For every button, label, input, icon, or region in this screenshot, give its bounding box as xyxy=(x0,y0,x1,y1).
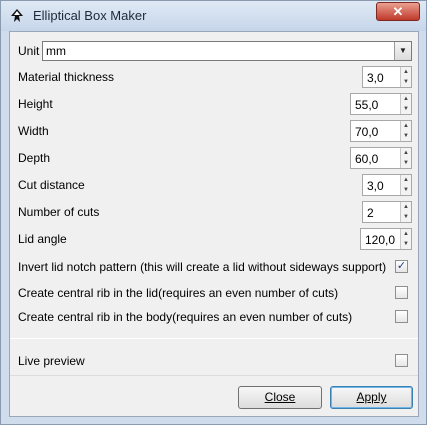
spin-arrows: ▲ ▼ xyxy=(400,229,411,249)
live-preview-row: Live preview xyxy=(10,350,418,372)
spin-up-icon[interactable]: ▲ xyxy=(401,202,411,212)
spin-up-icon[interactable]: ▲ xyxy=(401,148,411,158)
rib-body-row: Create central rib in the body(requires … xyxy=(10,306,418,328)
spin-down-icon[interactable]: ▼ xyxy=(401,131,411,141)
spin-up-icon[interactable]: ▲ xyxy=(401,175,411,185)
depth-label: Depth xyxy=(18,151,51,165)
spin-arrows: ▲ ▼ xyxy=(400,175,411,195)
live-preview-checkbox[interactable] xyxy=(395,354,408,367)
button-bar: Close Apply xyxy=(10,375,418,416)
unit-row: Unit mm ▼ xyxy=(10,40,418,62)
spin-down-icon[interactable]: ▼ xyxy=(401,158,411,168)
lid-angle-spinbox[interactable]: 120,0 ▲ ▼ xyxy=(360,228,412,250)
cut-distance-row: Cut distance 3,0 ▲ ▼ xyxy=(10,174,418,196)
dialog-window: Elliptical Box Maker ✕ Unit mm ▼ Materia… xyxy=(0,0,427,425)
rib-body-label: Create central rib in the body(requires … xyxy=(18,310,353,324)
unit-select[interactable]: mm ▼ xyxy=(42,41,412,61)
apply-button-label: Apply xyxy=(356,390,387,404)
width-value: 70,0 xyxy=(355,125,379,139)
spin-down-icon[interactable]: ▼ xyxy=(401,239,411,249)
spin-down-icon[interactable]: ▼ xyxy=(401,77,411,87)
depth-row: Depth 60,0 ▲ ▼ xyxy=(10,147,418,169)
spin-down-icon[interactable]: ▼ xyxy=(401,185,411,195)
spin-arrows: ▲ ▼ xyxy=(400,202,411,222)
spin-down-icon[interactable]: ▼ xyxy=(401,104,411,114)
invert-lid-notch-row: Invert lid notch pattern (this will crea… xyxy=(10,256,418,278)
window-close-button[interactable]: ✕ xyxy=(376,2,420,21)
chevron-down-icon[interactable]: ▼ xyxy=(394,42,411,60)
material-thickness-spinbox[interactable]: 3,0 ▲ ▼ xyxy=(362,66,412,88)
spin-arrows: ▲ ▼ xyxy=(400,67,411,87)
spin-up-icon[interactable]: ▲ xyxy=(401,121,411,131)
live-preview-label: Live preview xyxy=(18,354,85,368)
lid-angle-value: 120,0 xyxy=(365,233,396,247)
depth-value: 60,0 xyxy=(355,152,379,166)
height-label: Height xyxy=(18,97,53,111)
rib-lid-checkbox[interactable] xyxy=(395,286,408,299)
dialog-body: Unit mm ▼ Material thickness 3,0 ▲ ▼ Hei… xyxy=(9,31,419,417)
height-spinbox[interactable]: 55,0 ▲ ▼ xyxy=(350,93,412,115)
spin-arrows: ▲ ▼ xyxy=(400,121,411,141)
apply-button[interactable]: Apply xyxy=(330,386,413,409)
lid-angle-row: Lid angle 120,0 ▲ ▼ xyxy=(10,228,418,250)
number-of-cuts-spinbox[interactable]: 2 ▲ ▼ xyxy=(362,201,412,223)
title-bar: Elliptical Box Maker ✕ xyxy=(1,1,426,31)
close-button[interactable]: Close xyxy=(238,386,322,409)
spin-up-icon[interactable]: ▲ xyxy=(401,67,411,77)
spin-arrows: ▲ ▼ xyxy=(400,148,411,168)
height-value: 55,0 xyxy=(355,98,379,112)
material-thickness-row: Material thickness 3,0 ▲ ▼ xyxy=(10,66,418,88)
number-of-cuts-label: Number of cuts xyxy=(18,205,100,219)
unit-label: Unit xyxy=(18,44,40,58)
rib-lid-row: Create central rib in the lid(requires a… xyxy=(10,282,418,304)
cut-distance-label: Cut distance xyxy=(18,178,85,192)
cut-distance-value: 3,0 xyxy=(367,179,384,193)
number-of-cuts-value: 2 xyxy=(367,206,374,220)
invert-lid-notch-label: Invert lid notch pattern (this will crea… xyxy=(18,260,387,274)
material-thickness-value: 3,0 xyxy=(367,71,384,85)
unit-value: mm xyxy=(46,44,66,58)
rib-body-checkbox[interactable] xyxy=(395,310,408,323)
cut-distance-spinbox[interactable]: 3,0 ▲ ▼ xyxy=(362,174,412,196)
width-label: Width xyxy=(18,124,49,138)
width-spinbox[interactable]: 70,0 ▲ ▼ xyxy=(350,120,412,142)
depth-spinbox[interactable]: 60,0 ▲ ▼ xyxy=(350,147,412,169)
window-title: Elliptical Box Maker xyxy=(33,8,147,23)
spin-arrows: ▲ ▼ xyxy=(400,94,411,114)
invert-lid-notch-checkbox[interactable]: ✓ xyxy=(395,260,408,273)
spin-up-icon[interactable]: ▲ xyxy=(401,229,411,239)
spin-down-icon[interactable]: ▼ xyxy=(401,212,411,222)
inkscape-icon xyxy=(9,8,25,24)
width-row: Width 70,0 ▲ ▼ xyxy=(10,120,418,142)
rib-lid-label: Create central rib in the lid(requires a… xyxy=(18,286,339,300)
separator xyxy=(10,338,418,339)
close-button-label: Close xyxy=(264,390,296,404)
close-icon: ✕ xyxy=(392,4,404,19)
number-of-cuts-row: Number of cuts 2 ▲ ▼ xyxy=(10,201,418,223)
spin-up-icon[interactable]: ▲ xyxy=(401,94,411,104)
height-row: Height 55,0 ▲ ▼ xyxy=(10,93,418,115)
lid-angle-label: Lid angle xyxy=(18,232,67,246)
material-thickness-label: Material thickness xyxy=(18,70,115,84)
